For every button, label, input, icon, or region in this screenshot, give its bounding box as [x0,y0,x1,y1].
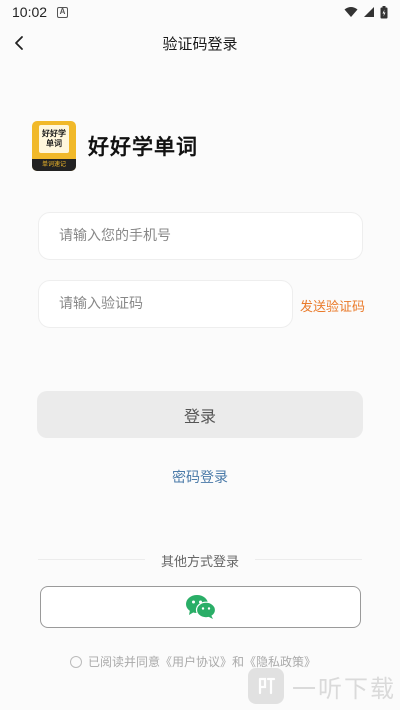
agree-checkbox[interactable] [70,655,82,668]
status-bar: 10:02 A [0,0,400,24]
user-agreement-link[interactable]: 《用户协议》 [160,653,232,670]
phone-input[interactable] [39,213,362,259]
logo-book-text: 好好学单词 [39,125,69,153]
divider-right [255,559,362,560]
other-login-label: 其他方式登录 [160,555,239,570]
wechat-icon [185,595,216,619]
ting-logo-icon [248,668,284,704]
accessibility-icon: A [57,6,69,18]
password-login-link[interactable]: 密码登录 [0,467,400,487]
wifi-icon [344,7,358,17]
page-title: 验证码登录 [162,35,238,53]
verification-code-input[interactable] [39,281,292,327]
logo-strip-text: 单词速记 [32,159,76,171]
agreement-and: 和 [232,655,245,669]
app-logo: 好好学单词 单词速记 [32,121,76,171]
status-time: 10:02 [12,4,48,20]
brand: 好好学单词 单词速记 好好学单词 [32,121,198,171]
login-button[interactable]: 登录 [37,391,363,438]
watermark: 一听下载 [248,668,396,704]
send-code-button[interactable]: 发送验证码 [300,296,365,315]
nav-bar: 验证码登录 [0,24,400,62]
watermark-text: 一听下载 [292,674,396,703]
wechat-login-button[interactable] [40,586,361,628]
battery-icon [380,5,388,18]
code-field [38,280,293,328]
agreement-prefix: 已阅读并同意 [88,655,161,669]
app-name: 好好学单词 [88,135,198,159]
phone-field [38,212,363,260]
status-icons [344,5,388,19]
cell-signal-icon [364,7,374,17]
